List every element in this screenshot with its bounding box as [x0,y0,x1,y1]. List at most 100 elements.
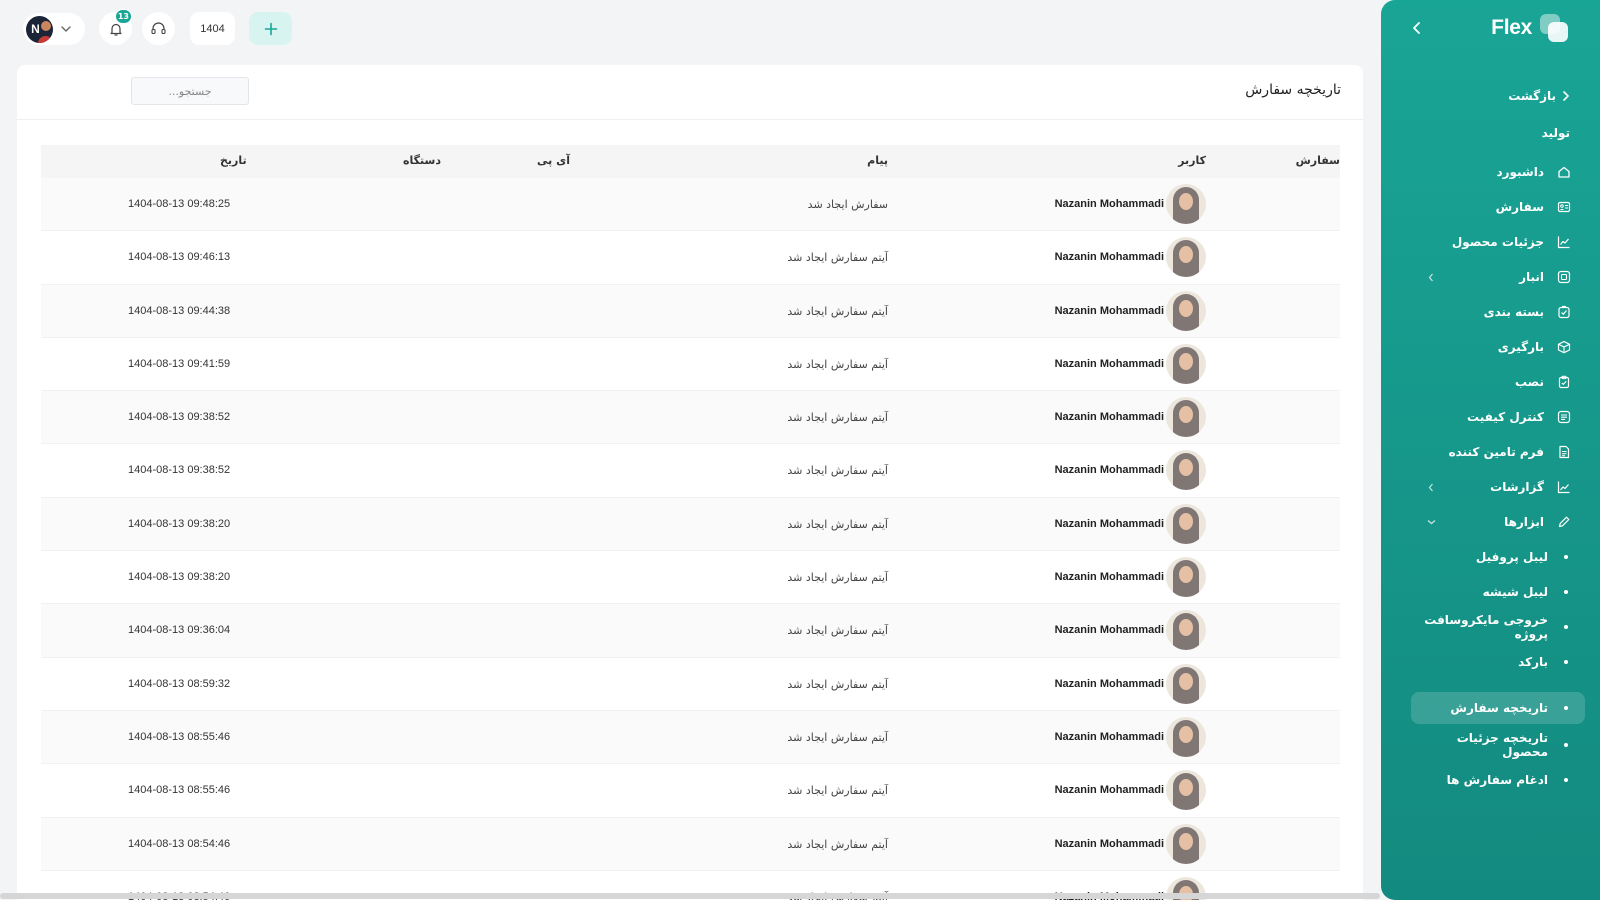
date-cell: 1404-08-13 08:59:32 [128,677,231,690]
year-selector[interactable]: 1404 [190,12,235,45]
column-header-user[interactable]: کاربر [1178,154,1206,167]
column-header-ip[interactable]: آی پی [537,154,570,167]
chevron-right-icon [1563,91,1569,101]
avatar [1166,770,1206,811]
sidebar-item-label: سفارش [1495,200,1544,214]
date-cell: 1404-08-13 09:41:59 [128,357,231,370]
form-icon [1557,445,1571,459]
table-row[interactable]: Nazanin Mohammadi آیتم سفارش ایجاد شد 1404… [41,604,1340,658]
message-cell: آیتم سفارش ایجاد شد [787,730,888,744]
sidebar-subitem-order-history[interactable]: تاریخچه سفارش [1411,692,1585,724]
sidebar-item-label: بارگیری [1497,340,1544,354]
sidebar-item-quality-control[interactable]: کنترل کیفیت [1411,401,1585,433]
message-cell: آیتم سفارش ایجاد شد [787,464,888,478]
sidebar-item-warehouse[interactable]: انبار [1411,261,1585,293]
table-row[interactable]: Nazanin Mohammadi آیتم سفارش ایجاد شد 1404… [41,284,1340,338]
sidebar-subitem-profile-label[interactable]: لیبل پروفیل [1411,541,1585,573]
date-cell: 1404-08-13 09:44:38 [128,304,231,317]
sidebar-item-tools[interactable]: ابزارها [1411,506,1585,538]
table-row[interactable]: Nazanin Mohammadi آیتم سفارش ایجاد شد 1404… [41,764,1340,818]
user-cell: Nazanin Mohammadi [1055,557,1206,598]
chevron-left-icon [1425,480,1437,494]
user-name: Nazanin Mohammadi [1054,411,1164,424]
bullet-icon [1564,706,1568,710]
column-header-device[interactable]: دستگاه [403,154,441,167]
sidebar-collapse-button[interactable] [1409,20,1425,36]
page-title: تاریخچه سفارش [1245,82,1341,98]
bullet-icon [1564,590,1568,594]
table-row[interactable]: Nazanin Mohammadi آیتم سفارش ایجاد شد 1404… [41,497,1340,552]
chevron-left-icon [1413,22,1420,34]
message-cell: آیتم سفارش ایجاد شد [787,837,888,851]
horizontal-scrollbar[interactable] [0,893,1380,899]
plus-icon [264,22,277,35]
bullet-icon [1564,660,1568,664]
sidebar-item-loading[interactable]: بارگیری [1411,331,1585,363]
card-header: تاریخچه سفارش [17,65,1363,120]
sidebar-subitem-product-detail-history[interactable]: تاریخچه جزئیات محصول [1411,729,1585,761]
table-row[interactable]: Nazanin Mohammadi آیتم سفارش ایجاد شد 1404… [41,444,1340,498]
report-chart-icon [1557,480,1571,494]
pencil-icon [1557,515,1571,529]
table-row[interactable]: Nazanin Mohammadi آیتم سفارش ایجاد شد 1404… [41,338,1340,392]
avatar [1166,557,1206,598]
column-header-order[interactable]: سفارش [1296,154,1340,167]
search-input[interactable] [131,77,249,105]
headset-icon [151,22,166,35]
column-header-message[interactable]: پیام [867,154,888,167]
add-button[interactable] [249,12,292,45]
sidebar-subitem-ms-project-export[interactable]: خروجی مایکروسافت پروژه [1411,611,1585,643]
user-cell: Nazanin Mohammadi [1055,716,1206,757]
sidebar-item-install[interactable]: نصب [1411,366,1585,398]
date-cell: 1404-08-13 09:36:04 [128,624,231,637]
table-row[interactable]: Nazanin Mohammadi آیتم سفارش ایجاد شد 1404… [41,391,1340,445]
notifications-button[interactable]: 13 [99,9,132,45]
message-cell: آیتم سفارش ایجاد شد [787,411,888,425]
support-button[interactable] [142,12,175,45]
sidebar-section-title: تولید [1541,126,1570,140]
sidebar-subitem-label: لیبل شیشه [1482,585,1548,599]
table-row[interactable]: Nazanin Mohammadi آیتم سفارش ایجاد شد 1404… [41,658,1340,711]
avatar [1166,290,1206,331]
table-row[interactable]: Nazanin Mohammadi سفارش ایجاد شد 1404-08-1… [41,178,1340,232]
sidebar-item-reports[interactable]: گزارشات [1411,471,1585,503]
bullet-icon [1564,743,1568,747]
user-name: Nazanin Mohammadi [1054,837,1164,850]
brand-name: Flex [1491,16,1532,39]
table-row[interactable]: Nazanin Mohammadi آیتم سفارش ایجاد شد 1404… [41,710,1340,765]
user-name: Nazanin Mohammadi [1054,357,1164,370]
table-row[interactable]: Nazanin Mohammadi آیتم سفارش ایجاد شد 1404… [41,817,1340,871]
sidebar-item-packaging[interactable]: بسته بندی [1411,296,1585,328]
table-row[interactable]: Nazanin Mohammadi آیتم سفارش ایجاد شد 1404… [41,551,1340,605]
flex-logo-icon [1540,14,1568,42]
sidebar-item-label: نصب [1514,375,1544,389]
date-cell: 1404-08-13 08:54:46 [128,837,231,850]
user-name: Nazanin Mohammadi [1054,677,1164,690]
sidebar-item-product-details[interactable]: جزئیات محصول [1411,226,1585,258]
sidebar-subitem-merge-orders[interactable]: ادغام سفارش ها [1411,764,1585,796]
sidebar-item-order[interactable]: سفارش [1411,191,1585,223]
user-name: Nazanin Mohammadi [1054,784,1164,797]
table-row[interactable]: Nazanin Mohammadi آیتم سفارش ایجاد شد 1404… [41,231,1340,285]
user-menu[interactable]: N [23,13,85,45]
user-cell: Nazanin Mohammadi [1054,663,1206,704]
table-header: سفارش کاربر پیام آی پی دستگاه تاریخ [41,145,1340,178]
back-link[interactable]: بازگشت [1508,89,1570,103]
column-header-date[interactable]: تاریخ [220,154,247,167]
sidebar-item-dashboard[interactable]: داشبورد [1411,156,1585,188]
message-cell: آیتم سفارش ایجاد شد [787,784,888,798]
sidebar-item-label: ابزارها [1504,515,1544,529]
sidebar-item-label: انبار [1519,270,1544,284]
sidebar-item-label: کنترل کیفیت [1467,410,1544,424]
home-icon [1557,165,1571,179]
avatar [1166,716,1206,757]
brand[interactable]: Flex [1491,14,1568,42]
chart-line-icon [1557,235,1571,249]
sidebar-item-supplier-form[interactable]: فرم تامین کننده [1411,436,1585,468]
sidebar-subitem-glass-label[interactable]: لیبل شیشه [1411,576,1585,608]
avatar [1166,823,1206,864]
user-cell: Nazanin Mohammadi [1054,343,1206,384]
user-name: Nazanin Mohammadi [1054,624,1164,637]
sidebar-subitem-barcode[interactable]: بارکد [1411,646,1585,678]
date-cell: 1404-08-13 09:38:52 [128,411,231,424]
